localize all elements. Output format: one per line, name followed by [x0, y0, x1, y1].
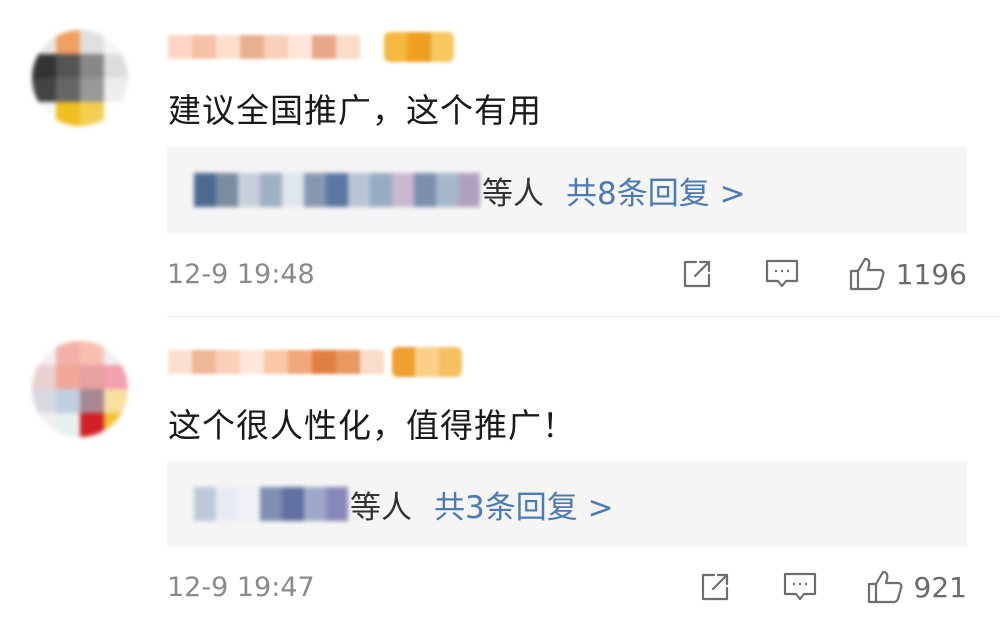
avatar[interactable] [32, 341, 128, 437]
reply-users-redacted [194, 487, 348, 521]
comment-item: 这个很人性化，值得推广！ 等人 共3条回复 > 12-9 19:47 921 [0, 317, 1000, 637]
like-count: 921 [913, 570, 967, 604]
comment-text: 这个很人性化，值得推广！ [168, 406, 576, 445]
comment-icon[interactable] [782, 570, 818, 604]
avatar[interactable] [32, 30, 128, 126]
like-icon[interactable] [848, 256, 886, 292]
like-icon[interactable] [866, 569, 904, 605]
comment-text: 建议全国推广，这个有用 [168, 91, 542, 130]
reply-summary[interactable]: 等人 共8条回复 > [167, 147, 967, 233]
comment-meta: 12-9 19:48 1196 [167, 254, 967, 294]
username-redacted [168, 350, 384, 374]
share-icon[interactable] [680, 257, 714, 291]
share-icon[interactable] [698, 570, 732, 604]
reply-summary[interactable]: 等人 共3条回复 > [167, 461, 967, 547]
reply-count-link[interactable]: 共8条回复 > [566, 168, 746, 213]
user-badge [392, 347, 462, 377]
comment-icon[interactable] [764, 257, 800, 291]
reply-suffix: 等人 [350, 489, 412, 526]
comment-time: 12-9 19:47 [167, 571, 315, 603]
username[interactable] [168, 345, 462, 379]
comment-item: 建议全国推广，这个有用 等人 共8条回复 > 12-9 19:48 1196 [0, 0, 1000, 316]
reply-count-link[interactable]: 共3条回复 > [434, 482, 614, 527]
comment-time: 12-9 19:48 [167, 258, 315, 290]
reply-suffix: 等人 [482, 175, 544, 212]
username-redacted [168, 35, 360, 59]
reply-users-redacted [194, 173, 480, 207]
comment-actions: 921 [698, 569, 967, 605]
username[interactable] [168, 30, 454, 64]
comment-actions: 1196 [680, 256, 967, 292]
like-count: 1196 [895, 257, 967, 291]
user-badge [384, 32, 454, 62]
comment-meta: 12-9 19:47 921 [167, 567, 967, 607]
